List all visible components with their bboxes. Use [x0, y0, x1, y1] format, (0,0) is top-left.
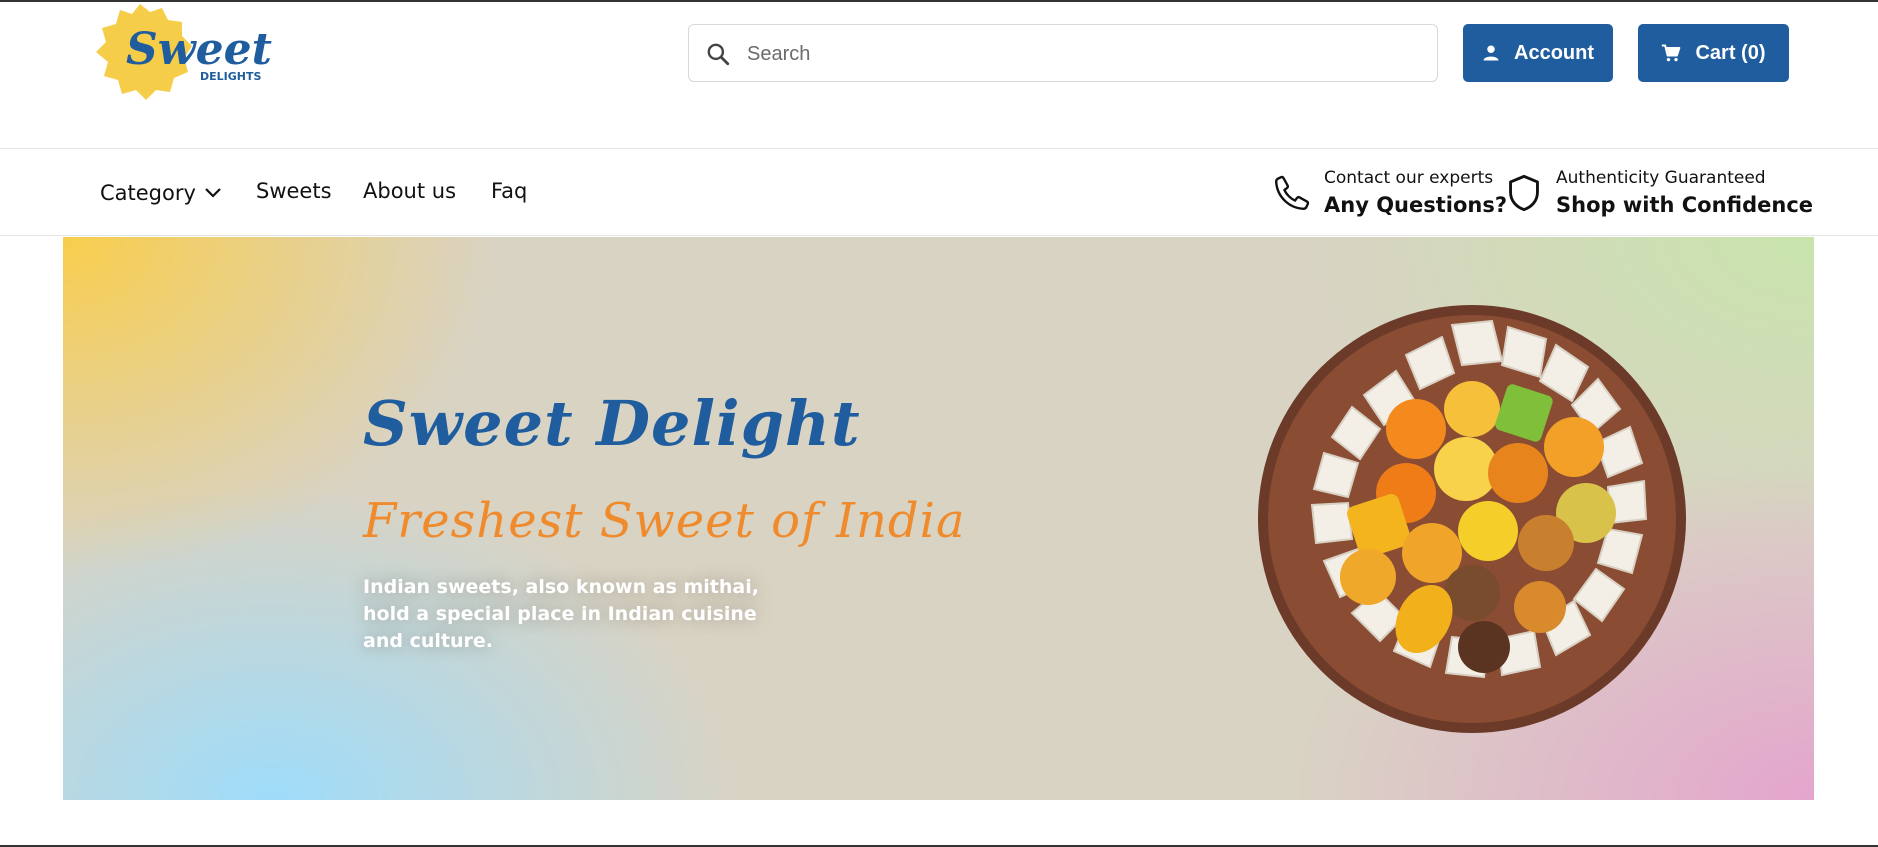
hero-title: Sweet Delight — [363, 387, 861, 460]
nav-about-us[interactable]: About us — [363, 179, 456, 203]
nav-sweets[interactable]: Sweets — [256, 179, 332, 203]
shield-icon — [1509, 174, 1539, 212]
contact-big: Any Questions? — [1324, 193, 1508, 217]
account-label: Account — [1514, 41, 1594, 64]
contact-small: Contact our experts — [1324, 168, 1494, 188]
authenticity-small: Authenticity Guaranteed — [1556, 168, 1766, 188]
user-icon — [1483, 45, 1499, 61]
nav-about-label: About us — [363, 179, 457, 203]
authenticity-big: Shop with Confidence — [1556, 193, 1814, 217]
phone-icon — [1274, 175, 1310, 211]
logo-badge: Sweet DELIGHTS — [96, 4, 272, 100]
site-header: Sweet DELIGHTS Account Cart (0) — [0, 2, 1878, 148]
hero-description: Indian sweets, also known as mithai, hol… — [363, 576, 759, 652]
nav-faq-label: Faq — [491, 179, 528, 203]
nav-sweets-label: Sweets — [256, 179, 332, 203]
cart-icon — [1662, 44, 1681, 62]
search-icon — [707, 43, 730, 66]
hero-banner: Sweet Delight Freshest Sweet of India In… — [63, 237, 1814, 800]
account-button[interactable]: Account — [1463, 24, 1613, 82]
nav-category[interactable]: Category — [100, 181, 222, 205]
nav-faq[interactable]: Faq — [491, 179, 527, 203]
site-logo[interactable]: Sweet DELIGHTS — [92, 2, 282, 102]
search-box[interactable] — [688, 24, 1438, 82]
nav-category-label: Category — [100, 181, 196, 205]
cart-button[interactable]: Cart (0) — [1638, 24, 1789, 82]
sweets-plate-image — [1258, 305, 1686, 733]
hero-subtitle: Freshest Sweet of India — [363, 493, 966, 549]
chevron-down-icon — [205, 188, 221, 198]
cart-label: Cart (0) — [1695, 41, 1766, 64]
search-input[interactable] — [745, 31, 1419, 77]
logo-tagline: DELIGHTS — [200, 70, 261, 83]
logo-word: Sweet — [126, 24, 272, 75]
main-nav: Category Sweets About us Faq Contact our… — [0, 148, 1878, 236]
